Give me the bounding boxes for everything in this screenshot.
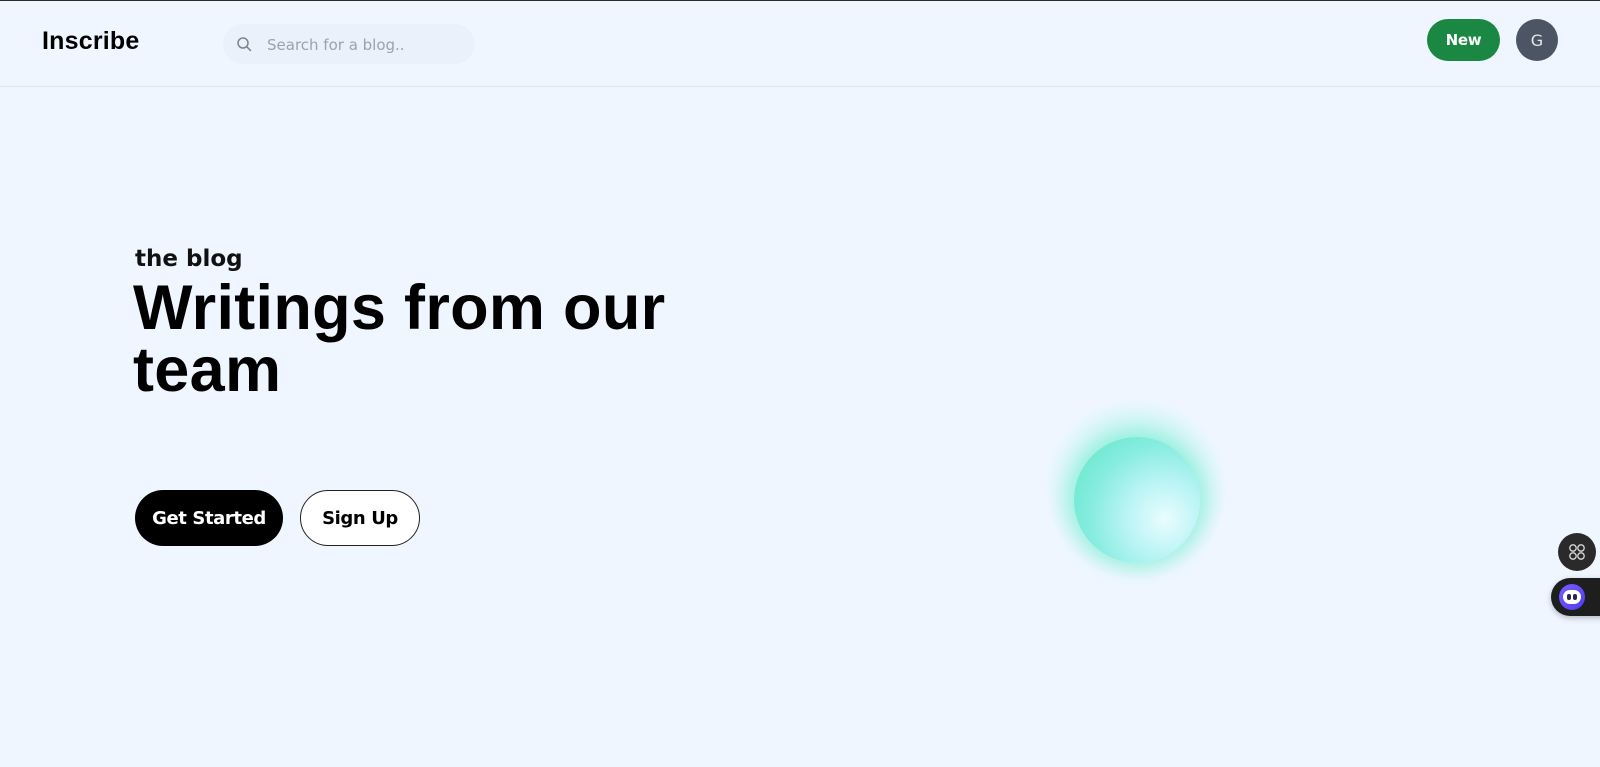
user-avatar[interactable]: G xyxy=(1516,19,1558,61)
brand-logo[interactable]: Inscribe xyxy=(42,27,139,56)
sign-up-button[interactable]: Sign Up xyxy=(300,490,420,546)
search-icon xyxy=(237,37,252,52)
assistant-bot-icon xyxy=(1559,584,1585,610)
search-input[interactable] xyxy=(265,32,459,58)
hero-title: Writings from our team xyxy=(133,273,666,405)
assistant-launcher[interactable] xyxy=(1551,578,1600,616)
new-post-button[interactable]: New xyxy=(1427,19,1500,61)
top-navbar: Inscribe New G xyxy=(0,1,1600,87)
hero-orb-graphic xyxy=(1074,437,1200,563)
hero-eyebrow: the blog xyxy=(135,246,243,272)
get-started-button[interactable]: Get Started xyxy=(135,490,283,546)
search-bar[interactable] xyxy=(223,24,475,64)
floating-apps-button[interactable] xyxy=(1558,533,1596,571)
apps-grid-icon xyxy=(1569,544,1585,560)
